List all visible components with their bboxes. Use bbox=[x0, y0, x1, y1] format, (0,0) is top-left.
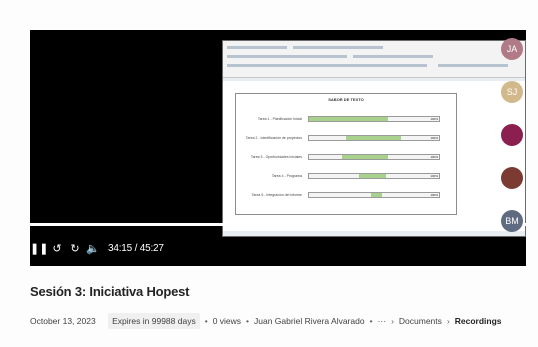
video-player[interactable]: SABOR DE TEXTO Tarea 1 - Planificación i… bbox=[30, 30, 526, 266]
volume-icon[interactable]: 🔈 bbox=[84, 242, 102, 255]
participant-avatar[interactable]: SJ bbox=[501, 81, 523, 103]
breadcrumb-documents[interactable]: Documents bbox=[399, 316, 442, 326]
spreadsheet-grid: SABOR DE TEXTO Tarea 1 - Planificación i… bbox=[223, 81, 525, 231]
owner-name[interactable]: Juan Gabriel Rivera Alvarado bbox=[254, 316, 365, 326]
rewind-10-icon[interactable]: ↺ bbox=[48, 242, 66, 255]
recording-title: Sesión 3: Iniciativa Hopest bbox=[30, 284, 190, 299]
participant-avatar[interactable]: JA bbox=[501, 38, 523, 60]
chart-percent-label: 100% bbox=[430, 155, 438, 159]
player-controls: ❚❚ ↺ ↻ 🔈 34:15 / 45:27 bbox=[30, 238, 164, 258]
chart-bar bbox=[371, 193, 382, 197]
recording-date: October 13, 2023 bbox=[30, 316, 96, 326]
participant-avatar[interactable] bbox=[501, 167, 523, 189]
chevron-right-icon: › bbox=[446, 316, 450, 326]
chart-title: SABOR DE TEXTO bbox=[328, 97, 364, 102]
shared-screen: SABOR DE TEXTO Tarea 1 - Planificación i… bbox=[222, 40, 526, 237]
expiration-badge[interactable]: Expires in 99988 days bbox=[108, 313, 200, 329]
chart-bar bbox=[342, 155, 389, 159]
chart-percent-label: 100% bbox=[430, 193, 438, 197]
playback-time: 34:15 / 45:27 bbox=[108, 242, 164, 254]
more-options-icon[interactable]: ··· bbox=[378, 316, 387, 326]
pause-icon[interactable]: ❚❚ bbox=[30, 242, 48, 255]
view-count: 0 views bbox=[212, 316, 242, 326]
forward-10-icon[interactable]: ↻ bbox=[66, 242, 84, 255]
chart-percent-label: 100% bbox=[430, 174, 438, 178]
chart-bar-track: 100% bbox=[308, 135, 440, 141]
participants-strip: JA SJ BM bbox=[497, 30, 526, 266]
chart-percent-label: 100% bbox=[430, 136, 438, 140]
chevron-right-icon: › bbox=[391, 316, 394, 326]
spreadsheet-ribbon bbox=[223, 41, 525, 78]
chart-bar-track: 100% bbox=[308, 116, 440, 122]
gantt-chart: SABOR DE TEXTO Tarea 1 - Planificación i… bbox=[235, 93, 457, 215]
chart-bar-track: 100% bbox=[308, 154, 440, 160]
chart-category-label: Tarea 4 - Programa bbox=[271, 174, 302, 178]
chart-bar-track: 100% bbox=[308, 192, 440, 198]
participant-avatar[interactable]: BM bbox=[501, 210, 523, 232]
progress-bar[interactable] bbox=[30, 223, 526, 226]
recording-meta: October 13, 2023 Expires in 99988 days •… bbox=[30, 312, 502, 330]
chart-category-label: Tarea 1 - Planificación inicial bbox=[257, 117, 302, 121]
chart-category-label: Tarea 2 - Identificación de proyectos bbox=[245, 136, 302, 140]
breadcrumb-recordings[interactable]: Recordings bbox=[455, 316, 502, 326]
chart-category-label: Tarea 5 - Integración del informe bbox=[251, 193, 302, 197]
chart-percent-label: 100% bbox=[430, 117, 438, 121]
chart-category-label: Tarea 3 - Oportunidades iniciales bbox=[250, 155, 302, 159]
chart-bar bbox=[359, 174, 386, 178]
progress-played bbox=[30, 223, 404, 226]
recording-page: SABOR DE TEXTO Tarea 1 - Planificación i… bbox=[0, 0, 538, 347]
chart-bar bbox=[309, 117, 389, 121]
chart-bar bbox=[345, 136, 402, 140]
participant-avatar[interactable] bbox=[501, 124, 523, 146]
chart-bar-track: 100% bbox=[308, 173, 440, 179]
